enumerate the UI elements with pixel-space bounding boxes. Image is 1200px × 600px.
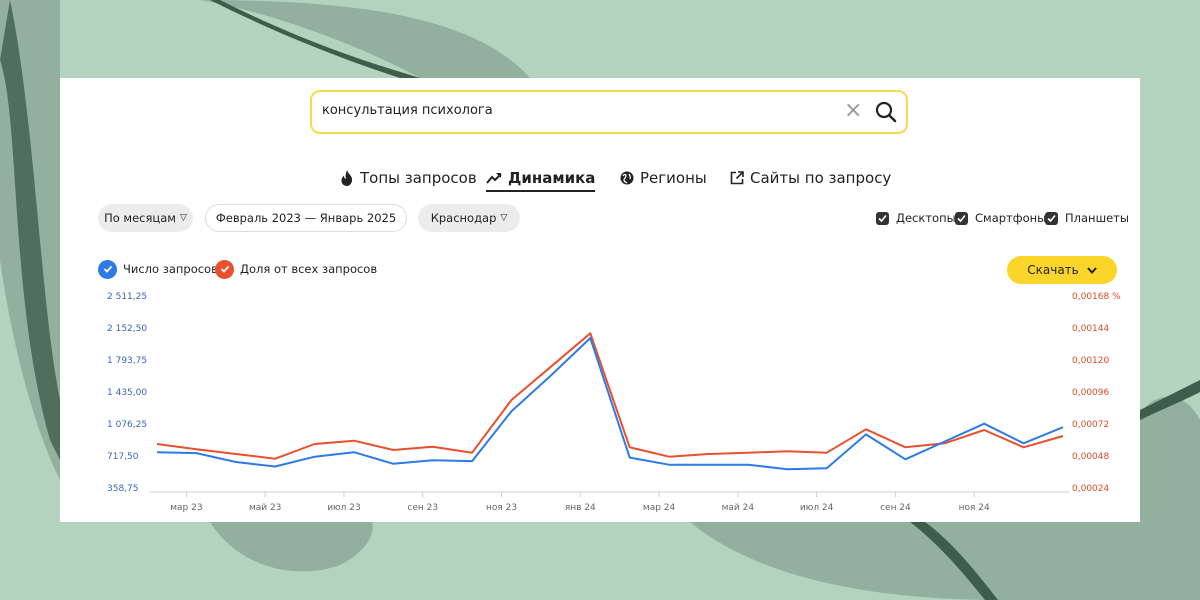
- tab-label: Динамика: [508, 169, 596, 187]
- tab-dynamics[interactable]: Динамика: [486, 166, 596, 192]
- y-right-tick-label: 0,00072: [1072, 420, 1109, 430]
- x-tick-label: сен 23: [407, 503, 438, 513]
- region-select[interactable]: Краснодар ▽: [418, 204, 520, 232]
- checkbox-label: Планшеты: [1065, 211, 1129, 225]
- x-tick-label: янв 24: [565, 503, 596, 513]
- dynamics-chart: 2 511,25 2 152,50 1 793,75 1 435,00 1 076,25…: [107, 292, 1121, 513]
- globe-icon: [620, 171, 634, 185]
- chevron-down-icon: [1087, 266, 1097, 274]
- legend-count[interactable]: Число запросов: [98, 259, 218, 279]
- y-right-tick-label: 0,00048: [1072, 452, 1109, 462]
- y-left-tick-label: 358,75: [107, 484, 139, 494]
- y-right-tick-label: 0,00096: [1072, 388, 1109, 398]
- download-label: Скачать: [1027, 263, 1079, 277]
- clear-icon[interactable]: ×: [844, 98, 862, 124]
- chevron-down-icon: ▽: [179, 213, 187, 223]
- x-tick-label: июл 24: [800, 503, 834, 513]
- y-right-tick-label: 0,00024: [1072, 484, 1109, 494]
- legend-share[interactable]: Доля от всех запросов: [215, 259, 377, 279]
- check-circle-icon: [98, 259, 117, 279]
- x-tick-label: ноя 23: [486, 503, 517, 513]
- checkbox-label: Десктопы: [896, 211, 956, 225]
- x-tick-label: июл 23: [327, 503, 361, 513]
- y-right-tick-label: 0,00144: [1072, 324, 1109, 334]
- period-group-select[interactable]: По месяцам ▽: [98, 204, 193, 232]
- wordstat-panel: консультация психолога × Топы запросов Д…: [60, 78, 1140, 522]
- tab-sites[interactable]: Сайты по запросу: [730, 166, 891, 190]
- checkbox-label: Смартфоны: [975, 211, 1047, 225]
- legend-count-label: Число запросов: [123, 262, 218, 276]
- checkbox-checked-icon: [955, 211, 968, 225]
- y-right-tick-label: 0,00168 %: [1072, 292, 1121, 302]
- date-range-picker[interactable]: Февраль 2023 — Январь 2025: [205, 204, 407, 232]
- y-left-tick-label: 1 793,75: [107, 356, 147, 366]
- y-left-tick-label: 2 152,50: [107, 324, 147, 334]
- x-tick-label: ноя 24: [959, 503, 990, 513]
- x-tick-label: мар 23: [170, 503, 202, 513]
- tab-top-queries[interactable]: Топы запросов: [340, 166, 477, 190]
- external-link-icon: [730, 171, 744, 185]
- legend-share-label: Доля от всех запросов: [240, 262, 378, 276]
- period-group-label: По месяцам: [104, 211, 176, 225]
- checkbox-checked-icon: [876, 211, 889, 225]
- y-left-tick-label: 1 076,25: [107, 420, 147, 430]
- region-label: Краснодар: [430, 211, 497, 225]
- tabs-bar: Топы запросов Динамика Регионы Сайты по …: [60, 166, 1140, 192]
- check-circle-icon: [215, 259, 234, 279]
- y-left-tick-label: 717,50: [107, 452, 139, 462]
- checkbox-desktops[interactable]: Десктопы: [876, 210, 956, 226]
- y-right-tick-label: 0,00120: [1072, 356, 1109, 366]
- x-tick-label: май 23: [249, 503, 281, 513]
- x-tick-label: сен 24: [880, 503, 911, 513]
- y-left-tick-label: 2 511,25: [107, 292, 147, 302]
- tab-label: Сайты по запросу: [750, 169, 892, 187]
- x-tick-label: май 24: [722, 503, 755, 513]
- chevron-down-icon: ▽: [500, 213, 508, 223]
- tab-regions[interactable]: Регионы: [620, 166, 707, 190]
- checkbox-tablets[interactable]: Планшеты: [1045, 210, 1129, 226]
- y-left-tick-label: 1 435,00: [107, 388, 147, 398]
- tab-label: Регионы: [640, 169, 707, 187]
- series-line-count: [156, 337, 1064, 471]
- search-icon[interactable]: [874, 100, 898, 124]
- date-range-label: Февраль 2023 — Январь 2025: [215, 211, 397, 225]
- checkbox-checked-icon: [1045, 211, 1058, 225]
- search-box[interactable]: консультация психолога ×: [310, 90, 908, 134]
- fire-icon: [340, 170, 354, 186]
- tab-label: Топы запросов: [360, 169, 477, 187]
- trend-icon: [486, 172, 502, 184]
- search-input[interactable]: консультация психолога: [322, 103, 493, 118]
- checkbox-smartphones[interactable]: Смартфоны: [955, 210, 1046, 226]
- x-tick-label: мар 24: [643, 503, 676, 513]
